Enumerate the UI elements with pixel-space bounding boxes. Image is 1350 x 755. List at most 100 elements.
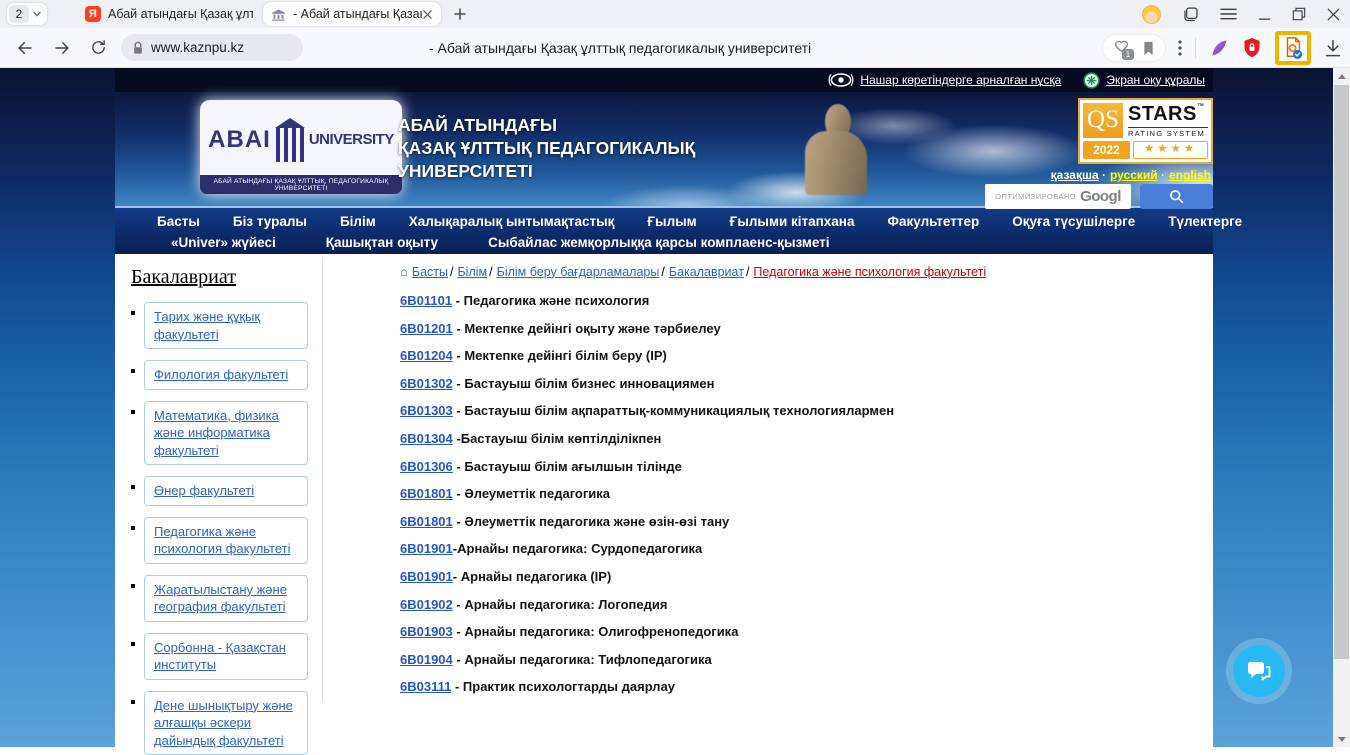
accessibility-bar: Нашар көретіндерге арналған нұсқа Экран …: [115, 68, 1213, 92]
more-options-icon[interactable]: [1178, 40, 1182, 56]
nav-item[interactable]: Ғылыми кітапхана: [730, 214, 855, 229]
nav-item[interactable]: Қашықтан оқыту: [326, 235, 438, 250]
menu-icon[interactable]: [1220, 7, 1237, 21]
restore-icon[interactable]: [1292, 7, 1306, 21]
program-code-link[interactable]: 6B01201: [400, 321, 453, 336]
faculty-link[interactable]: Педагогика және психология факультеті: [154, 523, 298, 558]
program-code-link[interactable]: 6B01901: [400, 541, 453, 556]
university-name: АБАЙ АТЫНДАҒЫ ҚАЗАҚ ҰЛТТЫҚ ПЕДАГОГИКАЛЫҚ…: [398, 114, 695, 183]
nav-item[interactable]: Факультеттер: [887, 214, 979, 229]
faculty-link[interactable]: Филология факультеті: [154, 366, 298, 384]
search-input[interactable]: ОПТИМИЗИРОВАНО Googl: [985, 184, 1131, 209]
profile-avatar[interactable]: [1142, 5, 1161, 24]
program-code-link[interactable]: 6B01801: [400, 514, 453, 529]
program-code-link[interactable]: 6B01101: [400, 293, 452, 308]
minimize-icon[interactable]: [1258, 8, 1271, 21]
nav-item[interactable]: Біз туралы: [233, 214, 307, 229]
faculty-link[interactable]: Дене шынықтыру және алғашқы әскери дайын…: [154, 697, 298, 750]
feather-extension-icon[interactable]: [1209, 38, 1229, 58]
program-code-link[interactable]: 6B01901: [400, 569, 453, 584]
bullet-icon: [131, 369, 135, 373]
scroll-down-icon[interactable]: [1333, 731, 1350, 747]
chat-button[interactable]: [1233, 645, 1285, 697]
program-code-link[interactable]: 6B01903: [400, 624, 453, 639]
chevron-down-icon: [32, 9, 42, 19]
site-container: Нашар көретіндерге арналған нұсқа Экран …: [115, 68, 1213, 747]
address-bar[interactable]: www.kaznpu.kz: [121, 34, 303, 61]
language-link[interactable]: english: [1169, 168, 1211, 182]
logo-abai-text: ABAI: [208, 126, 271, 154]
program-title: Бастауыш білім бизнес инновациямен: [464, 376, 714, 391]
tab-active[interactable]: - Абай атындағы Қазақ: [263, 2, 441, 26]
tab-inactive[interactable]: Я Абай атындағы Қазақ ұлт: [85, 2, 253, 26]
search-icon: [1169, 189, 1184, 204]
nav-item[interactable]: «Univer» жүйесі: [171, 235, 276, 250]
program-code-link[interactable]: 6B01303: [400, 403, 453, 418]
building-icon: [275, 118, 305, 162]
new-tab-button[interactable]: [453, 7, 467, 21]
program-title: Әлеуметтік педагогика және өзін-өзі тану: [464, 514, 729, 529]
faculty-link[interactable]: Өнер факультеті: [154, 482, 298, 500]
search-button[interactable]: [1140, 184, 1213, 209]
language-link[interactable]: қазақша: [1051, 168, 1099, 182]
close-tab-icon[interactable]: [422, 9, 433, 20]
impaired-version-link[interactable]: Нашар көретіндерге арналған нұсқа: [828, 72, 1061, 88]
list-item: Жаратылыстану және география факультеті: [131, 575, 308, 622]
bookmark-icon[interactable]: [1142, 41, 1155, 56]
nav-item[interactable]: Оқуға түсушілерге: [1012, 214, 1135, 229]
program-title: Бастауыш білім ақпараттық-коммуникациялы…: [464, 403, 894, 418]
breadcrumb-link[interactable]: Білім: [457, 265, 487, 279]
reload-icon[interactable]: [90, 39, 107, 56]
screen-reader-icon: [1083, 72, 1100, 89]
program-item: 6B01101 - Педагогика және психология: [400, 294, 1213, 308]
program-item: 6B01902 - Арнайы педагогика: Логопедия: [400, 598, 1213, 612]
breadcrumb-link[interactable]: Басты: [412, 265, 448, 279]
list-item: Педагогика және психология факультеті: [131, 517, 308, 564]
breadcrumb-link[interactable]: Білім беру бағдарламалары: [497, 265, 660, 279]
protect-shield-icon[interactable]: [1242, 37, 1262, 59]
list-item: Дене шынықтыру және алғашқы әскери дайын…: [131, 691, 308, 755]
scroll-up-icon[interactable]: [1333, 68, 1350, 84]
sidebar: Бакалавриат Тарих және құқық факультеті …: [115, 254, 322, 745]
collections-icon[interactable]: 1: [1113, 40, 1130, 57]
close-window-icon[interactable]: [1327, 8, 1340, 21]
highlighted-extension-icon[interactable]: [1275, 31, 1311, 65]
program-code-link[interactable]: 6B01304: [400, 431, 453, 446]
nav-item[interactable]: Білім: [340, 214, 376, 229]
program-item: 6B01204 - Мектепке дейінгі білім беру (I…: [400, 349, 1213, 363]
program-code-link[interactable]: 6B01801: [400, 486, 453, 501]
faculty-link[interactable]: Математика, физика және информатика факу…: [154, 407, 298, 460]
faculty-link[interactable]: Жаратылыстану және география факультеті: [154, 581, 298, 616]
back-icon[interactable]: [16, 39, 34, 57]
nav-item[interactable]: Ғылым: [647, 214, 696, 229]
forward-icon[interactable]: [53, 39, 71, 57]
tab-counter[interactable]: 2: [7, 3, 47, 25]
program-code-link[interactable]: 6B01204: [400, 348, 453, 363]
program-code-link[interactable]: 6B03111: [400, 679, 451, 694]
page-scrollbar[interactable]: [1333, 68, 1350, 747]
nav-item[interactable]: Халықаралық ынтымақтастық: [409, 214, 615, 229]
home-icon[interactable]: ⌂: [400, 264, 408, 279]
nav-item[interactable]: Түлектерге: [1168, 214, 1242, 229]
screen-reader-link[interactable]: Экран оқу құралы: [1083, 72, 1205, 89]
program-code-link[interactable]: 6B01902: [400, 597, 453, 612]
faculty-link[interactable]: Тарих және құқық факультеті: [154, 308, 298, 343]
breadcrumb-link[interactable]: Бакалавриат: [669, 265, 744, 279]
program-code-link[interactable]: 6B01302: [400, 376, 453, 391]
nav-item[interactable]: Сыбайлас жемқорлыққа қарсы комплаенс-қыз…: [488, 235, 829, 250]
bullet-icon: [131, 642, 135, 646]
google-logo: Googl: [1080, 188, 1121, 205]
language-link[interactable]: русский: [1110, 168, 1158, 182]
program-title: Педагогика және психология: [464, 293, 650, 308]
faculty-link[interactable]: Сорбонна - Қазақстан институты: [154, 639, 298, 674]
breadcrumb-current: Педагогика және психология факультеті: [753, 265, 986, 279]
scrollbar-thumb[interactable]: [1334, 85, 1349, 659]
tab-panels-icon[interactable]: [1182, 6, 1199, 23]
program-code-link[interactable]: 6B01306: [400, 459, 453, 474]
language-switcher: қазақша · русский · english ·: [1051, 168, 1211, 182]
nav-item[interactable]: Басты: [157, 214, 200, 229]
program-code-link[interactable]: 6B01904: [400, 652, 453, 667]
downloads-icon[interactable]: [1324, 39, 1342, 58]
university-logo[interactable]: ABAI UNIVERSITY АБАЙ АТЫНДАҒЫ ҚАЗАҚ ҰЛТТ…: [200, 100, 402, 194]
chat-icon: [1246, 659, 1272, 683]
